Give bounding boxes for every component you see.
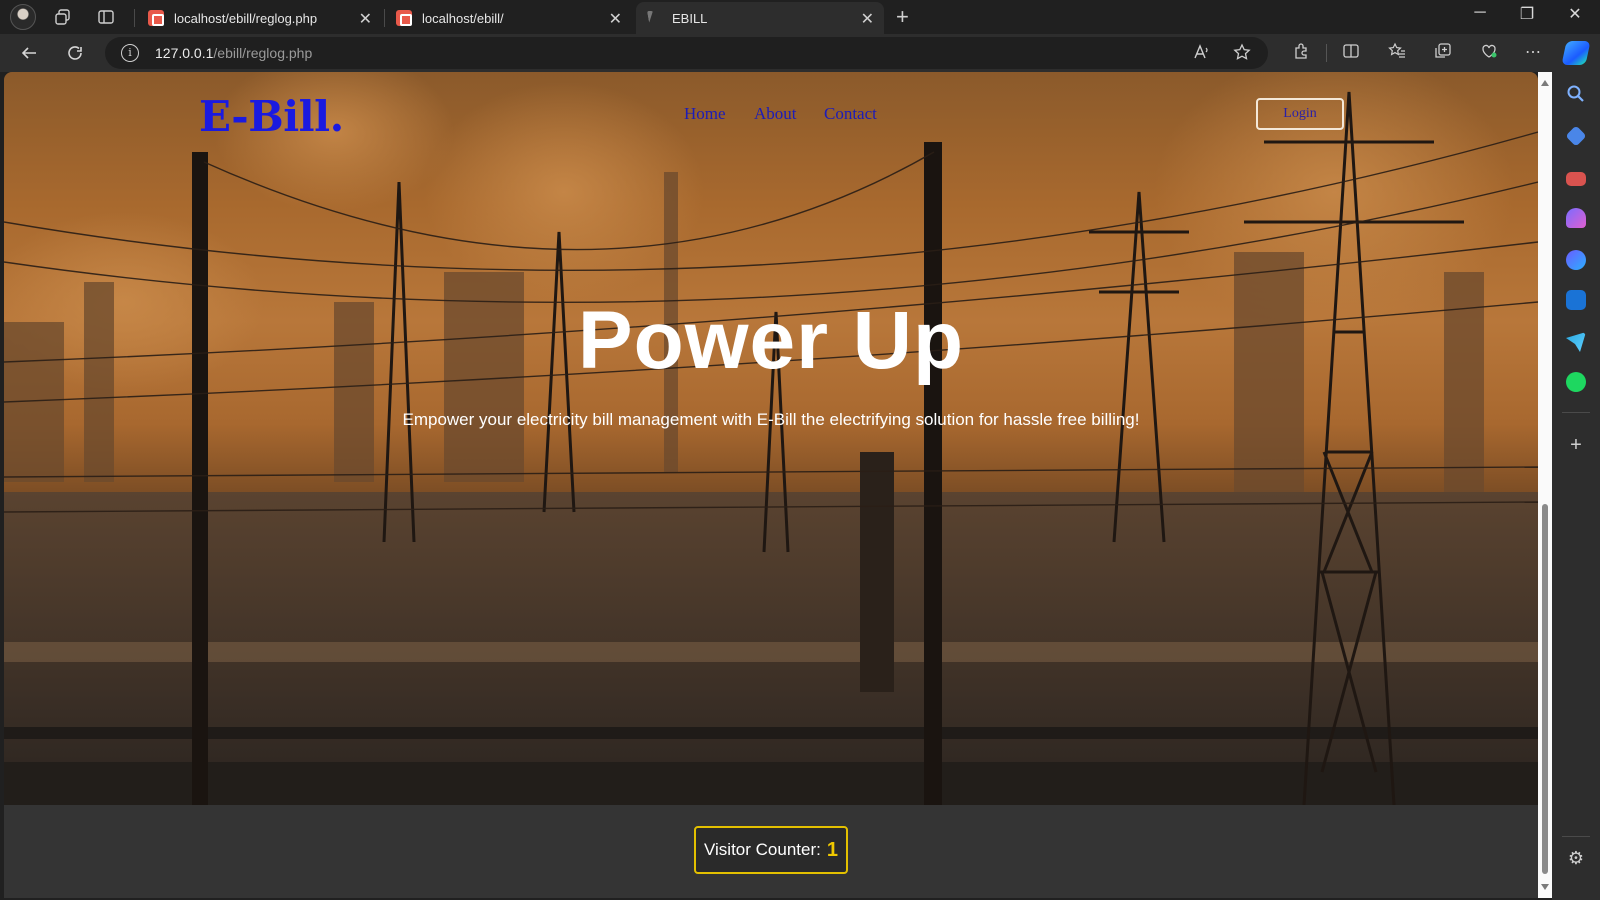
sidebar-settings-icon[interactable]: ⚙ — [1566, 848, 1586, 868]
scroll-down-arrow-icon[interactable] — [1541, 884, 1549, 890]
browser-essentials-icon[interactable] — [1478, 42, 1500, 64]
site-logo[interactable]: E-Bill. — [199, 92, 344, 141]
page-viewport: E-Bill. Home About Contact Login Power U… — [4, 72, 1538, 898]
address-url[interactable]: 127.0.0.1/ebill/reglog.php — [155, 45, 312, 61]
address-bar[interactable]: i 127.0.0.1/ebill/reglog.php — [105, 37, 1268, 69]
collections-icon[interactable] — [1432, 42, 1454, 64]
minimize-icon[interactable]: ─ — [1465, 4, 1495, 22]
browser-toolbar: i 127.0.0.1/ebill/reglog.php ⋯ — [0, 34, 1600, 72]
close-tab-icon[interactable]: ✕ — [861, 9, 874, 29]
search-icon[interactable] — [1566, 84, 1586, 104]
close-window-icon[interactable]: ✕ — [1560, 4, 1590, 24]
edge-sidebar: + ⚙ — [1552, 72, 1600, 900]
shopping-tag-icon[interactable] — [1565, 125, 1587, 147]
scroll-up-arrow-icon[interactable] — [1541, 80, 1549, 86]
nav-contact-link[interactable]: Contact — [824, 104, 877, 124]
profile-avatar[interactable] — [10, 4, 36, 30]
hero-title: Power Up — [577, 295, 965, 386]
nav-home-link[interactable]: Home — [684, 104, 726, 124]
telegram-icon[interactable] — [1566, 332, 1586, 352]
tab-title: EBILL — [672, 10, 708, 26]
toolbar-separator — [1326, 44, 1327, 62]
page-favicon-icon — [646, 10, 662, 26]
nav-about-link[interactable]: About — [754, 104, 797, 124]
xampp-favicon-icon — [396, 10, 412, 26]
tab-separator — [134, 9, 135, 27]
login-button[interactable]: Login — [1256, 98, 1344, 130]
tab-ebill-root[interactable]: localhost/ebill/ ✕ — [386, 2, 632, 34]
spotify-icon[interactable] — [1566, 372, 1586, 392]
url-host: 127.0.0.1 — [155, 45, 214, 61]
tab-reglog[interactable]: localhost/ebill/reglog.php ✕ — [138, 2, 382, 34]
visitor-counter: Visitor Counter: 1 — [694, 826, 848, 874]
favorites-icon[interactable] — [1386, 42, 1408, 64]
split-screen-icon[interactable] — [1340, 42, 1362, 64]
tab-separator — [384, 9, 385, 27]
url-path: /ebill/reglog.php — [213, 45, 313, 61]
vertical-tabs-icon[interactable] — [95, 6, 117, 28]
tab-strip: localhost/ebill/reglog.php ✕ localhost/e… — [0, 0, 1600, 34]
site-info-icon[interactable]: i — [121, 44, 139, 62]
extensions-icon[interactable] — [1290, 42, 1312, 64]
page-scrollbar[interactable] — [1538, 72, 1552, 898]
back-icon[interactable] — [16, 40, 42, 66]
visitor-counter-label: Visitor Counter: — [704, 840, 821, 859]
tab-title: localhost/ebill/reglog.php — [174, 10, 318, 26]
new-tab-icon[interactable]: + — [896, 4, 909, 30]
scroll-thumb[interactable] — [1542, 504, 1548, 874]
sidebar-separator — [1562, 836, 1590, 837]
microsoft-365-icon[interactable] — [1566, 250, 1586, 270]
workspaces-icon[interactable] — [52, 6, 74, 28]
xampp-favicon-icon — [148, 10, 164, 26]
games-icon[interactable] — [1566, 208, 1586, 228]
close-tab-icon[interactable]: ✕ — [609, 9, 622, 29]
outlook-icon[interactable] — [1566, 290, 1586, 310]
copilot-icon[interactable] — [1561, 41, 1591, 65]
sidebar-separator — [1562, 412, 1590, 413]
tools-icon[interactable] — [1566, 172, 1586, 186]
restore-icon[interactable]: ❐ — [1512, 4, 1542, 24]
visitor-count: 1 — [826, 838, 838, 861]
tab-title: localhost/ebill/ — [422, 10, 504, 26]
read-aloud-icon[interactable] — [1193, 43, 1211, 66]
tab-ebill[interactable]: EBILL ✕ — [636, 2, 884, 34]
favorite-star-icon[interactable] — [1233, 43, 1251, 66]
power-plant-background-image — [4, 72, 1538, 805]
hero-subtitle: Empower your electricity bill management… — [402, 410, 1140, 429]
hero-section: E-Bill. Home About Contact Login Power U… — [4, 72, 1538, 805]
add-sidebar-app-icon[interactable]: + — [1566, 435, 1586, 456]
more-options-icon[interactable]: ⋯ — [1522, 42, 1544, 64]
close-tab-icon[interactable]: ✕ — [359, 9, 372, 29]
refresh-icon[interactable] — [62, 40, 88, 66]
